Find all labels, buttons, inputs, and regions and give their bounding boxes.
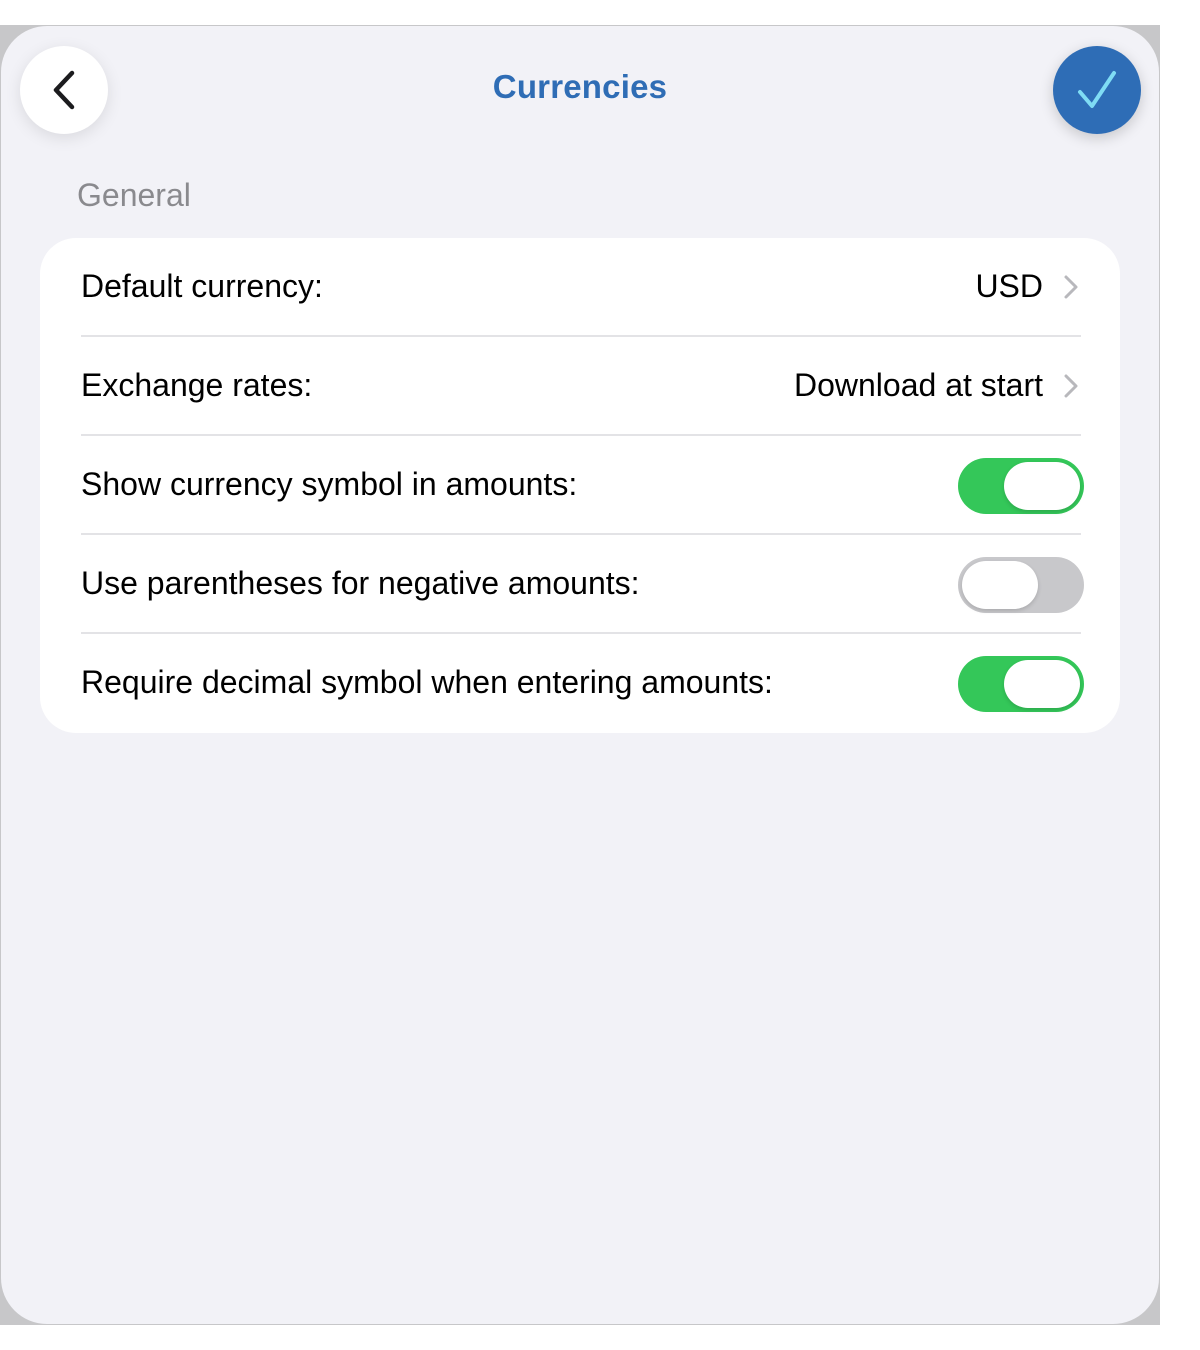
row-label: Exchange rates: (81, 367, 313, 403)
row-label: Use parentheses for negative amounts: (81, 565, 640, 601)
page-title: Currencies (492, 68, 668, 105)
currencies-sheet: Currencies General Default currency: USD (1, 26, 1159, 1324)
toggle-knob (962, 561, 1038, 609)
row-value: USD (975, 268, 1043, 304)
settings-group: Default currency: USD Exchange rates: Do… (40, 238, 1120, 733)
done-button[interactable] (1053, 46, 1141, 134)
toggle-knob (1004, 660, 1080, 708)
row-label: Require decimal symbol when entering amo… (81, 664, 773, 700)
row-label: Show currency symbol in amounts: (81, 466, 578, 502)
require-decimal-symbol-toggle[interactable] (958, 656, 1084, 712)
use-parentheses-row: Use parentheses for negative amounts: (40, 535, 1120, 634)
show-currency-symbol-toggle[interactable] (958, 458, 1084, 514)
navigation-bar: Currencies (1, 26, 1159, 156)
exchange-rates-row[interactable]: Exchange rates: Download at start (40, 337, 1120, 436)
row-value: Download at start (793, 367, 1043, 403)
toggle-knob (1004, 462, 1080, 510)
sheet-frame: Currencies General Default currency: USD (0, 25, 1160, 1325)
row-label: Default currency: (81, 268, 323, 304)
default-currency-row[interactable]: Default currency: USD (40, 238, 1120, 337)
checkmark-icon (1077, 70, 1117, 110)
chevron-right-icon (1062, 373, 1080, 399)
section-header-general: General (77, 177, 191, 213)
chevron-right-icon (1062, 274, 1080, 300)
require-decimal-symbol-row: Require decimal symbol when entering amo… (40, 634, 1120, 733)
use-parentheses-toggle[interactable] (958, 557, 1084, 613)
show-currency-symbol-row: Show currency symbol in amounts: (40, 436, 1120, 535)
